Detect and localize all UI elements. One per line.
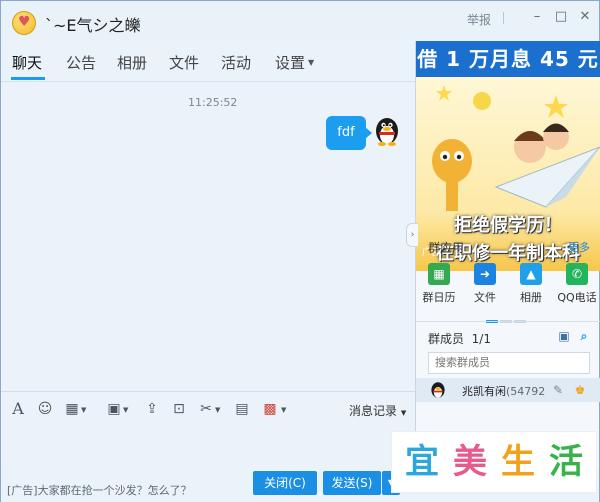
apps-title: 群应用 [428,241,465,255]
tab-chat[interactable]: 聊天 [12,52,42,73]
upload-icon[interactable]: ⇪ [143,401,161,417]
member-row[interactable]: 兆凯有闲(54792 ✎ ♚ [416,378,600,402]
tab-settings[interactable]: 设置 [275,52,305,73]
title-bar: `~E气シ之皪 举报 – □ ✕ [1,1,599,41]
chevron-down-icon[interactable]: ▼ [81,406,86,414]
screenshot-icon[interactable]: ✂ [197,401,215,417]
owner-icon: ♚ [574,383,586,397]
member-nickname: 兆凯有闲 [462,385,506,398]
shake-icon[interactable]: ▩ [261,401,279,417]
message-bubble[interactable]: fdf [326,116,372,150]
member-name: 兆凯有闲(54792 [462,383,545,399]
chevron-down-icon[interactable]: ▼ [215,406,220,414]
tab-files[interactable]: 文件 [169,52,199,73]
minimize-icon[interactable]: – [529,9,545,25]
app-label: 相册 [520,291,542,304]
app-label: QQ电话 [557,291,597,304]
report-button[interactable]: 举报 [467,11,491,28]
close-icon[interactable]: ✕ [577,9,593,25]
tab-album[interactable]: 相册 [117,52,147,73]
message-timestamp: 11:25:52 [188,96,238,109]
brand-char: 活 [549,442,583,482]
more-apps-link[interactable]: 更多 [568,239,590,255]
ad-banner-header[interactable]: 借 1 万月息 45 元 [416,41,600,77]
members-label: 群成员 [428,332,465,346]
penguin-avatar-icon [431,382,445,398]
brand-char: 宜 [405,442,439,482]
message-input[interactable] [1,425,415,469]
phone-icon: ✆ [566,263,588,285]
maximize-icon[interactable]: □ [553,9,569,25]
member-qq-id: (54792 [506,385,546,398]
members-count: 1/1 [471,332,491,346]
right-panel: 借 1 万月息 45 元 拒绝假学历！ 在职修一年制本科 广告 › 群应用 更多… [406,41,600,469]
brand-char: 生 [501,442,535,482]
chevron-down-icon: ▼ [400,409,407,417]
send-button[interactable]: 发送(S) [323,471,381,495]
gif-icon[interactable]: ▦ [63,401,81,417]
search-icon[interactable]: ⌕ [576,328,592,344]
close-button[interactable]: 关闭(C) [253,471,317,495]
group-chat-icon[interactable]: ▣ [556,328,572,344]
group-avatar-icon[interactable] [12,11,36,35]
app-album[interactable]: ▲ 相册 [508,263,554,305]
ad-link[interactable]: [广告]大家都在抢一个沙发？怎么了？ [7,482,192,498]
chat-window: `~E气シ之皪 举报 – □ ✕ 聊天 公告 相册 文件 活动 设置 ▼ 11:… [0,0,600,502]
edit-icon[interactable]: ✎ [550,382,566,398]
document-icon[interactable]: ▤ [233,401,251,417]
chevron-down-icon[interactable]: ▼ [123,406,128,414]
chevron-down-icon[interactable]: ▼ [281,406,286,414]
app-label: 文件 [474,291,496,304]
message-area[interactable]: 11:25:52 fdf [1,81,415,391]
collapse-panel-button[interactable]: › [406,223,418,247]
ad-headline: 拒绝假学历！ [454,215,562,236]
input-toolbar: A ☺ ▦ ▼ ▣ ▼ ⇪ ⊡ ✂ ▼ ▤ ▩ ▼ 消息记录 ▼ [1,391,415,425]
divider [503,12,504,24]
image-icon[interactable]: ▣ [105,401,123,417]
file-icon: ➜ [474,263,496,285]
app-label: 群日历 [422,291,456,304]
penguin-avatar-icon[interactable] [374,116,400,146]
app-files[interactable]: ➜ 文件 [462,263,508,305]
app-phone[interactable]: ✆ QQ电话 [554,263,600,305]
brand-watermark: 宜 美 生 活 [391,431,597,493]
gift-icon[interactable]: ⊡ [170,401,188,417]
tab-bar: 聊天 公告 相册 文件 活动 设置 ▼ [1,41,415,81]
tab-announcement[interactable]: 公告 [66,52,96,73]
message-history-button[interactable]: 消息记录 ▼ [349,402,406,419]
font-icon[interactable]: A [9,401,27,417]
members-title: 群成员 1/1 [428,330,491,347]
album-icon: ▲ [520,263,542,285]
chevron-down-icon[interactable]: ▼ [308,58,314,67]
calendar-icon: ▦ [428,263,450,285]
member-search-input[interactable] [428,352,590,374]
emoji-icon[interactable]: ☺ [36,401,54,417]
app-calendar[interactable]: ▦ 群日历 [416,263,462,305]
active-tab-indicator [11,77,45,80]
history-label: 消息记录 [349,404,398,418]
brand-char: 美 [453,442,487,482]
group-name[interactable]: `~E气シ之皪 [45,12,141,36]
tab-activity[interactable]: 活动 [221,52,251,73]
